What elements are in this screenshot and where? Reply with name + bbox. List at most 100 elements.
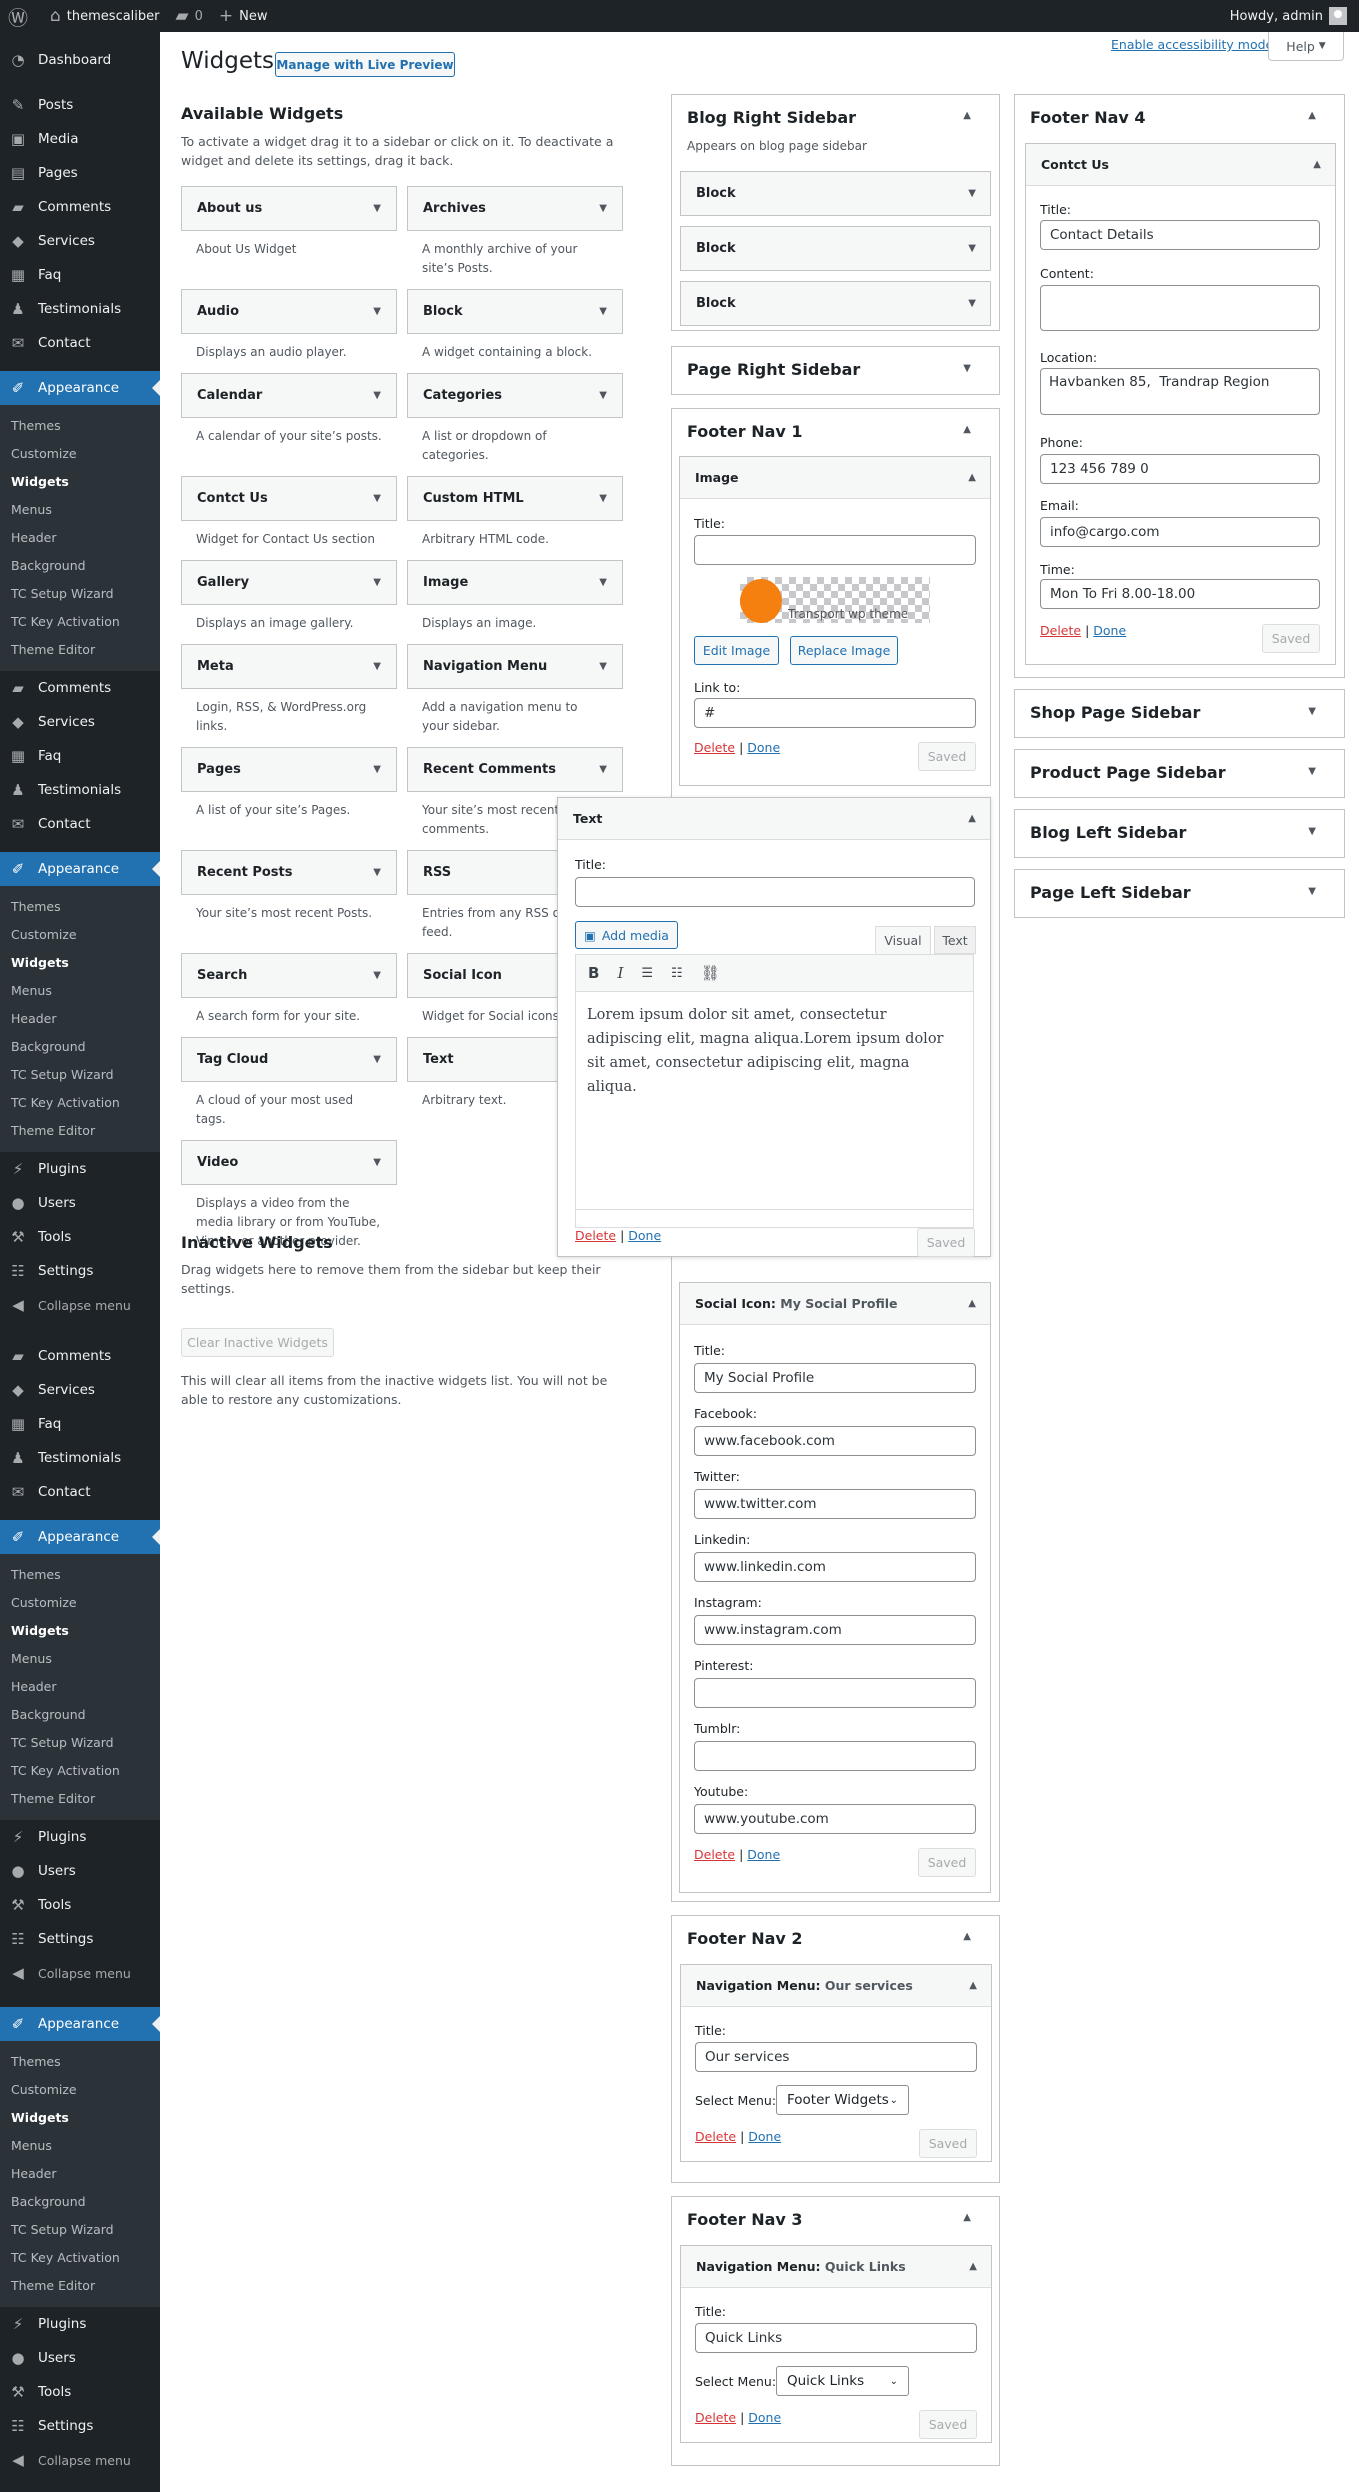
expand-arrow-icon[interactable]: ▼ bbox=[1308, 766, 1316, 777]
collapse-menu-button[interactable]: ◀ Collapse menu bbox=[0, 1956, 160, 1990]
submenu-item-menus[interactable]: Menus bbox=[0, 977, 160, 1005]
submenu-item-header[interactable]: Header bbox=[0, 524, 160, 552]
saved-button[interactable]: Saved bbox=[1262, 624, 1320, 653]
email-input[interactable] bbox=[1040, 517, 1320, 547]
saved-button[interactable]: Saved bbox=[919, 2129, 977, 2158]
submenu-item-header[interactable]: Header bbox=[0, 1673, 160, 1701]
expand-arrow-icon[interactable]: ▼ bbox=[599, 764, 607, 775]
available-widget-contct-us[interactable]: Contct Us ▼ Widget for Contact Us section bbox=[181, 476, 397, 560]
done-link[interactable]: Done bbox=[748, 2129, 781, 2144]
menu-item-settings[interactable]: ☷ Settings bbox=[0, 1922, 160, 1956]
expand-arrow-icon[interactable]: ▼ bbox=[599, 306, 607, 317]
expand-arrow-icon[interactable]: ▼ bbox=[373, 493, 381, 504]
menu-item-users[interactable]: ● Users bbox=[0, 1186, 160, 1220]
collapse-arrow-icon[interactable]: ▲ bbox=[968, 1298, 976, 1309]
widget-header[interactable]: Image ▲ bbox=[680, 457, 990, 499]
done-link[interactable]: Done bbox=[747, 1847, 780, 1862]
menu-select[interactable]: Footer Widgets ⌄ bbox=[776, 2085, 909, 2115]
add-media-button[interactable]: ▣ Add media bbox=[575, 921, 678, 949]
menu-item-contact[interactable]: ✉ Contact bbox=[0, 326, 160, 360]
menu-item-users[interactable]: ● Users bbox=[0, 1854, 160, 1888]
help-button[interactable]: Help ▼ bbox=[1268, 32, 1344, 61]
menu-item-faq[interactable]: ▦ Faq bbox=[0, 739, 160, 773]
widget-header[interactable]: Navigation Menu: Our services ▲ bbox=[681, 1965, 991, 2007]
collapse-arrow-icon[interactable]: ▲ bbox=[963, 424, 971, 435]
menu-item-settings[interactable]: ☷ Settings bbox=[0, 1254, 160, 1288]
menu-item-settings[interactable]: ☷ Settings bbox=[0, 2409, 160, 2443]
submenu-item-tc-key-activation[interactable]: TC Key Activation bbox=[0, 608, 160, 636]
collapse-arrow-icon[interactable]: ▲ bbox=[968, 813, 976, 824]
delete-link[interactable]: Delete bbox=[695, 2410, 736, 2425]
available-widget-gallery[interactable]: Gallery ▼ Displays an image gallery. bbox=[181, 560, 397, 644]
menu-item-testimonials[interactable]: ♟ Testimonials bbox=[0, 1441, 160, 1475]
sidebar-title[interactable]: Blog Right Sidebar bbox=[687, 108, 856, 127]
widget-header[interactable]: About us ▼ bbox=[181, 186, 397, 231]
submenu-item-tc-setup-wizard[interactable]: TC Setup Wizard bbox=[0, 580, 160, 608]
expand-arrow-icon[interactable]: ▼ bbox=[599, 203, 607, 214]
widget-header[interactable]: Contct Us ▼ bbox=[181, 476, 397, 521]
widget-header[interactable]: Archives ▼ bbox=[407, 186, 623, 231]
expand-arrow-icon[interactable]: ▼ bbox=[968, 243, 976, 254]
done-link[interactable]: Done bbox=[1093, 623, 1126, 638]
expand-arrow-icon[interactable]: ▼ bbox=[599, 390, 607, 401]
expand-arrow-icon[interactable]: ▼ bbox=[1308, 826, 1316, 837]
menu-item-faq[interactable]: ▦ Faq bbox=[0, 1407, 160, 1441]
delete-link[interactable]: Delete bbox=[575, 1228, 616, 1243]
expand-arrow-icon[interactable]: ▼ bbox=[963, 363, 971, 374]
menu-item-services[interactable]: ◆ Services bbox=[0, 705, 160, 739]
expand-arrow-icon[interactable]: ▼ bbox=[1308, 886, 1316, 897]
done-link[interactable]: Done bbox=[748, 2410, 781, 2425]
available-widget-archives[interactable]: Archives ▼ A monthly archive of your site’… bbox=[407, 186, 623, 289]
menu-item-services[interactable]: ◆ Services bbox=[0, 1373, 160, 1407]
tab-text[interactable]: Text bbox=[934, 926, 976, 954]
link-icon[interactable]: ⛓ bbox=[701, 964, 720, 982]
sidebar-title[interactable]: Footer Nav 2 bbox=[687, 1929, 803, 1948]
image-title-input[interactable] bbox=[694, 535, 976, 565]
menu-item-comments[interactable]: ▰ Comments bbox=[0, 1339, 160, 1373]
social-instagram-input[interactable]: www.instagram.com bbox=[694, 1615, 976, 1645]
sidebar-shop-page-sidebar[interactable]: Shop Page Sidebar ▼ bbox=[1014, 689, 1345, 738]
submenu-item-themes[interactable]: Themes bbox=[0, 893, 160, 921]
collapse-arrow-icon[interactable]: ▲ bbox=[1313, 159, 1321, 170]
collapse-menu-button[interactable]: ◀ Collapse menu bbox=[0, 1288, 160, 1322]
submenu-item-themes[interactable]: Themes bbox=[0, 1561, 160, 1589]
wordpress-logo-button[interactable]: Ⓦ bbox=[0, 0, 42, 32]
menu-item-tools[interactable]: ⚒ Tools bbox=[0, 1220, 160, 1254]
tab-visual[interactable]: Visual bbox=[875, 926, 931, 954]
site-name-link[interactable]: ⌂ themescaliber bbox=[42, 0, 168, 32]
numbered-list-icon[interactable]: ☷ bbox=[671, 966, 683, 981]
social-linkedin-input[interactable]: www.linkedin.com bbox=[694, 1552, 976, 1582]
comments-link[interactable]: ▰ 0 bbox=[168, 0, 211, 32]
available-widget-image[interactable]: Image ▼ Displays an image. bbox=[407, 560, 623, 644]
menu-item-tools[interactable]: ⚒ Tools bbox=[0, 2375, 160, 2409]
collapse-arrow-icon[interactable]: ▲ bbox=[963, 1931, 971, 1942]
contact-title-input[interactable] bbox=[1040, 220, 1320, 250]
available-widget-navigation-menu[interactable]: Navigation Menu ▼ Add a navigation menu to… bbox=[407, 644, 623, 747]
delete-link[interactable]: Delete bbox=[694, 1847, 735, 1862]
social-twitter-input[interactable]: www.twitter.com bbox=[694, 1489, 976, 1519]
widget-header[interactable]: Recent Comments ▼ bbox=[407, 747, 623, 792]
menu-item-plugins[interactable]: ⚡ Plugins bbox=[0, 1820, 160, 1854]
submenu-item-background[interactable]: Background bbox=[0, 1701, 160, 1729]
submenu-item-widgets[interactable]: Widgets bbox=[0, 468, 160, 496]
widget-header[interactable]: Tag Cloud ▼ bbox=[181, 1037, 397, 1082]
expand-arrow-icon[interactable]: ▼ bbox=[373, 867, 381, 878]
widget-header[interactable]: Image ▼ bbox=[407, 560, 623, 605]
delete-link[interactable]: Delete bbox=[695, 2129, 736, 2144]
enable-accessibility-mode-link[interactable]: Enable accessibility mode bbox=[1111, 37, 1273, 52]
sidebar-title[interactable]: Footer Nav 4 bbox=[1030, 108, 1146, 127]
collapse-arrow-icon[interactable]: ▲ bbox=[969, 1980, 977, 1991]
widget-header[interactable]: Search ▼ bbox=[181, 953, 397, 998]
widget-header[interactable]: Recent Posts ▼ bbox=[181, 850, 397, 895]
menu-item-pages[interactable]: ▤ Pages bbox=[0, 156, 160, 190]
social-facebook-input[interactable]: www.facebook.com bbox=[694, 1426, 976, 1456]
submenu-item-theme-editor[interactable]: Theme Editor bbox=[0, 1117, 160, 1145]
widget-header[interactable]: Categories ▼ bbox=[407, 373, 623, 418]
done-link[interactable]: Done bbox=[628, 1228, 661, 1243]
clear-inactive-widgets-button[interactable]: Clear Inactive Widgets bbox=[181, 1328, 334, 1357]
widget-header[interactable]: Gallery ▼ bbox=[181, 560, 397, 605]
submenu-item-header[interactable]: Header bbox=[0, 2160, 160, 2188]
social-title-input[interactable]: My Social Profile bbox=[694, 1363, 976, 1393]
expand-arrow-icon[interactable]: ▼ bbox=[599, 493, 607, 504]
submenu-item-tc-key-activation[interactable]: TC Key Activation bbox=[0, 1089, 160, 1117]
